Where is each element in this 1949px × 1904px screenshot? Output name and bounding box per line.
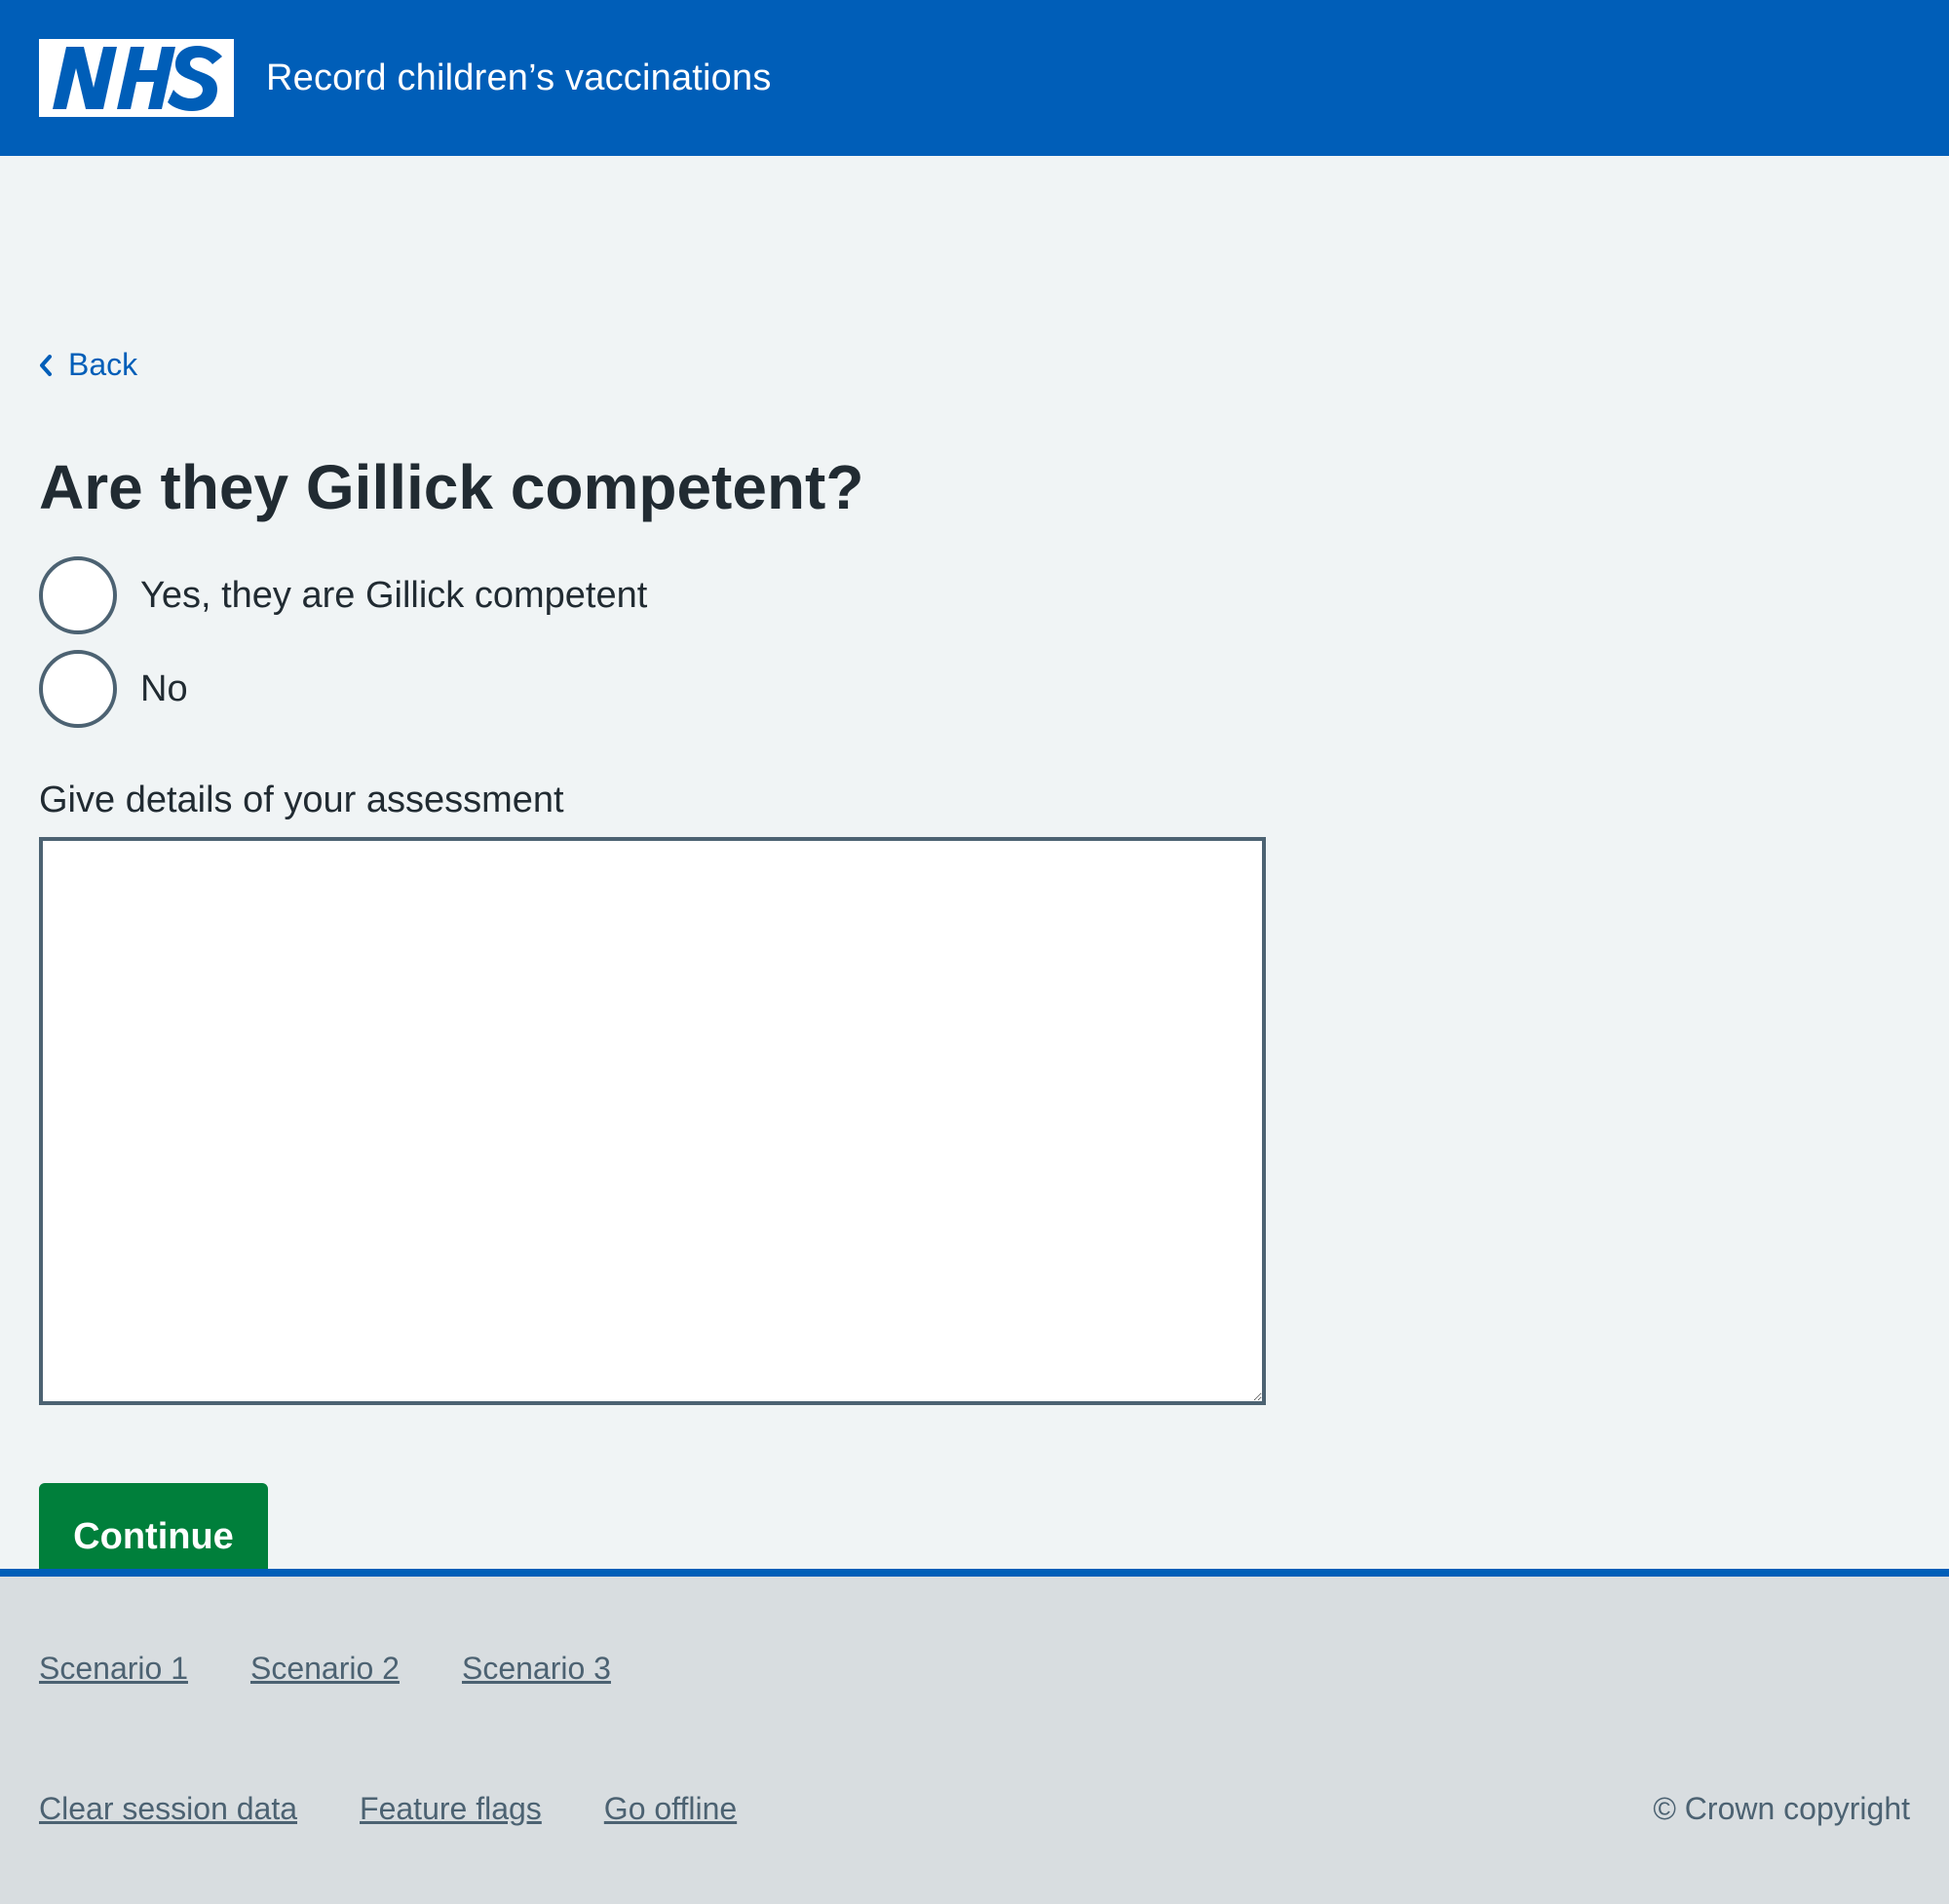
assessment-details-textarea[interactable] bbox=[39, 837, 1266, 1405]
radio-button-no[interactable] bbox=[39, 650, 117, 728]
radio-option-yes[interactable]: Yes, they are Gillick competent bbox=[39, 556, 647, 634]
radio-button-yes[interactable] bbox=[39, 556, 117, 634]
radio-label-yes: Yes, they are Gillick competent bbox=[140, 574, 648, 616]
back-link-label: Back bbox=[68, 347, 138, 382]
nhs-logo-mark bbox=[41, 41, 232, 115]
radio-option-no[interactable]: No bbox=[39, 650, 188, 728]
footer-link-clear-session-data[interactable]: Clear session data bbox=[39, 1791, 297, 1827]
page-title: Are they Gillick competent? bbox=[39, 452, 864, 522]
back-link[interactable]: Back bbox=[39, 347, 137, 383]
service-name[interactable]: Record children’s vaccinations bbox=[266, 57, 772, 99]
main-content: Back Are they Gillick competent? Yes, th… bbox=[0, 156, 1949, 1591]
chevron-left-icon bbox=[39, 354, 53, 377]
footer-link-scenario-1[interactable]: Scenario 1 bbox=[39, 1651, 188, 1687]
footer-link-feature-flags[interactable]: Feature flags bbox=[360, 1791, 542, 1827]
radio-label-no: No bbox=[140, 667, 188, 709]
footer-link-scenario-2[interactable]: Scenario 2 bbox=[250, 1651, 400, 1687]
copyright-notice: © Crown copyright bbox=[1653, 1791, 1910, 1826]
footer-link-go-offline[interactable]: Go offline bbox=[604, 1791, 737, 1827]
scenario-links: Scenario 1 Scenario 2 Scenario 3 bbox=[39, 1651, 673, 1687]
site-header: Record children’s vaccinations bbox=[0, 0, 1949, 156]
utility-links: Clear session data Feature flags Go offl… bbox=[39, 1791, 799, 1827]
site-footer: Scenario 1 Scenario 2 Scenario 3 Clear s… bbox=[0, 1569, 1949, 1904]
assessment-details-label: Give details of your assessment bbox=[39, 780, 564, 820]
footer-link-scenario-3[interactable]: Scenario 3 bbox=[462, 1651, 611, 1687]
nhs-logo[interactable] bbox=[39, 39, 234, 117]
